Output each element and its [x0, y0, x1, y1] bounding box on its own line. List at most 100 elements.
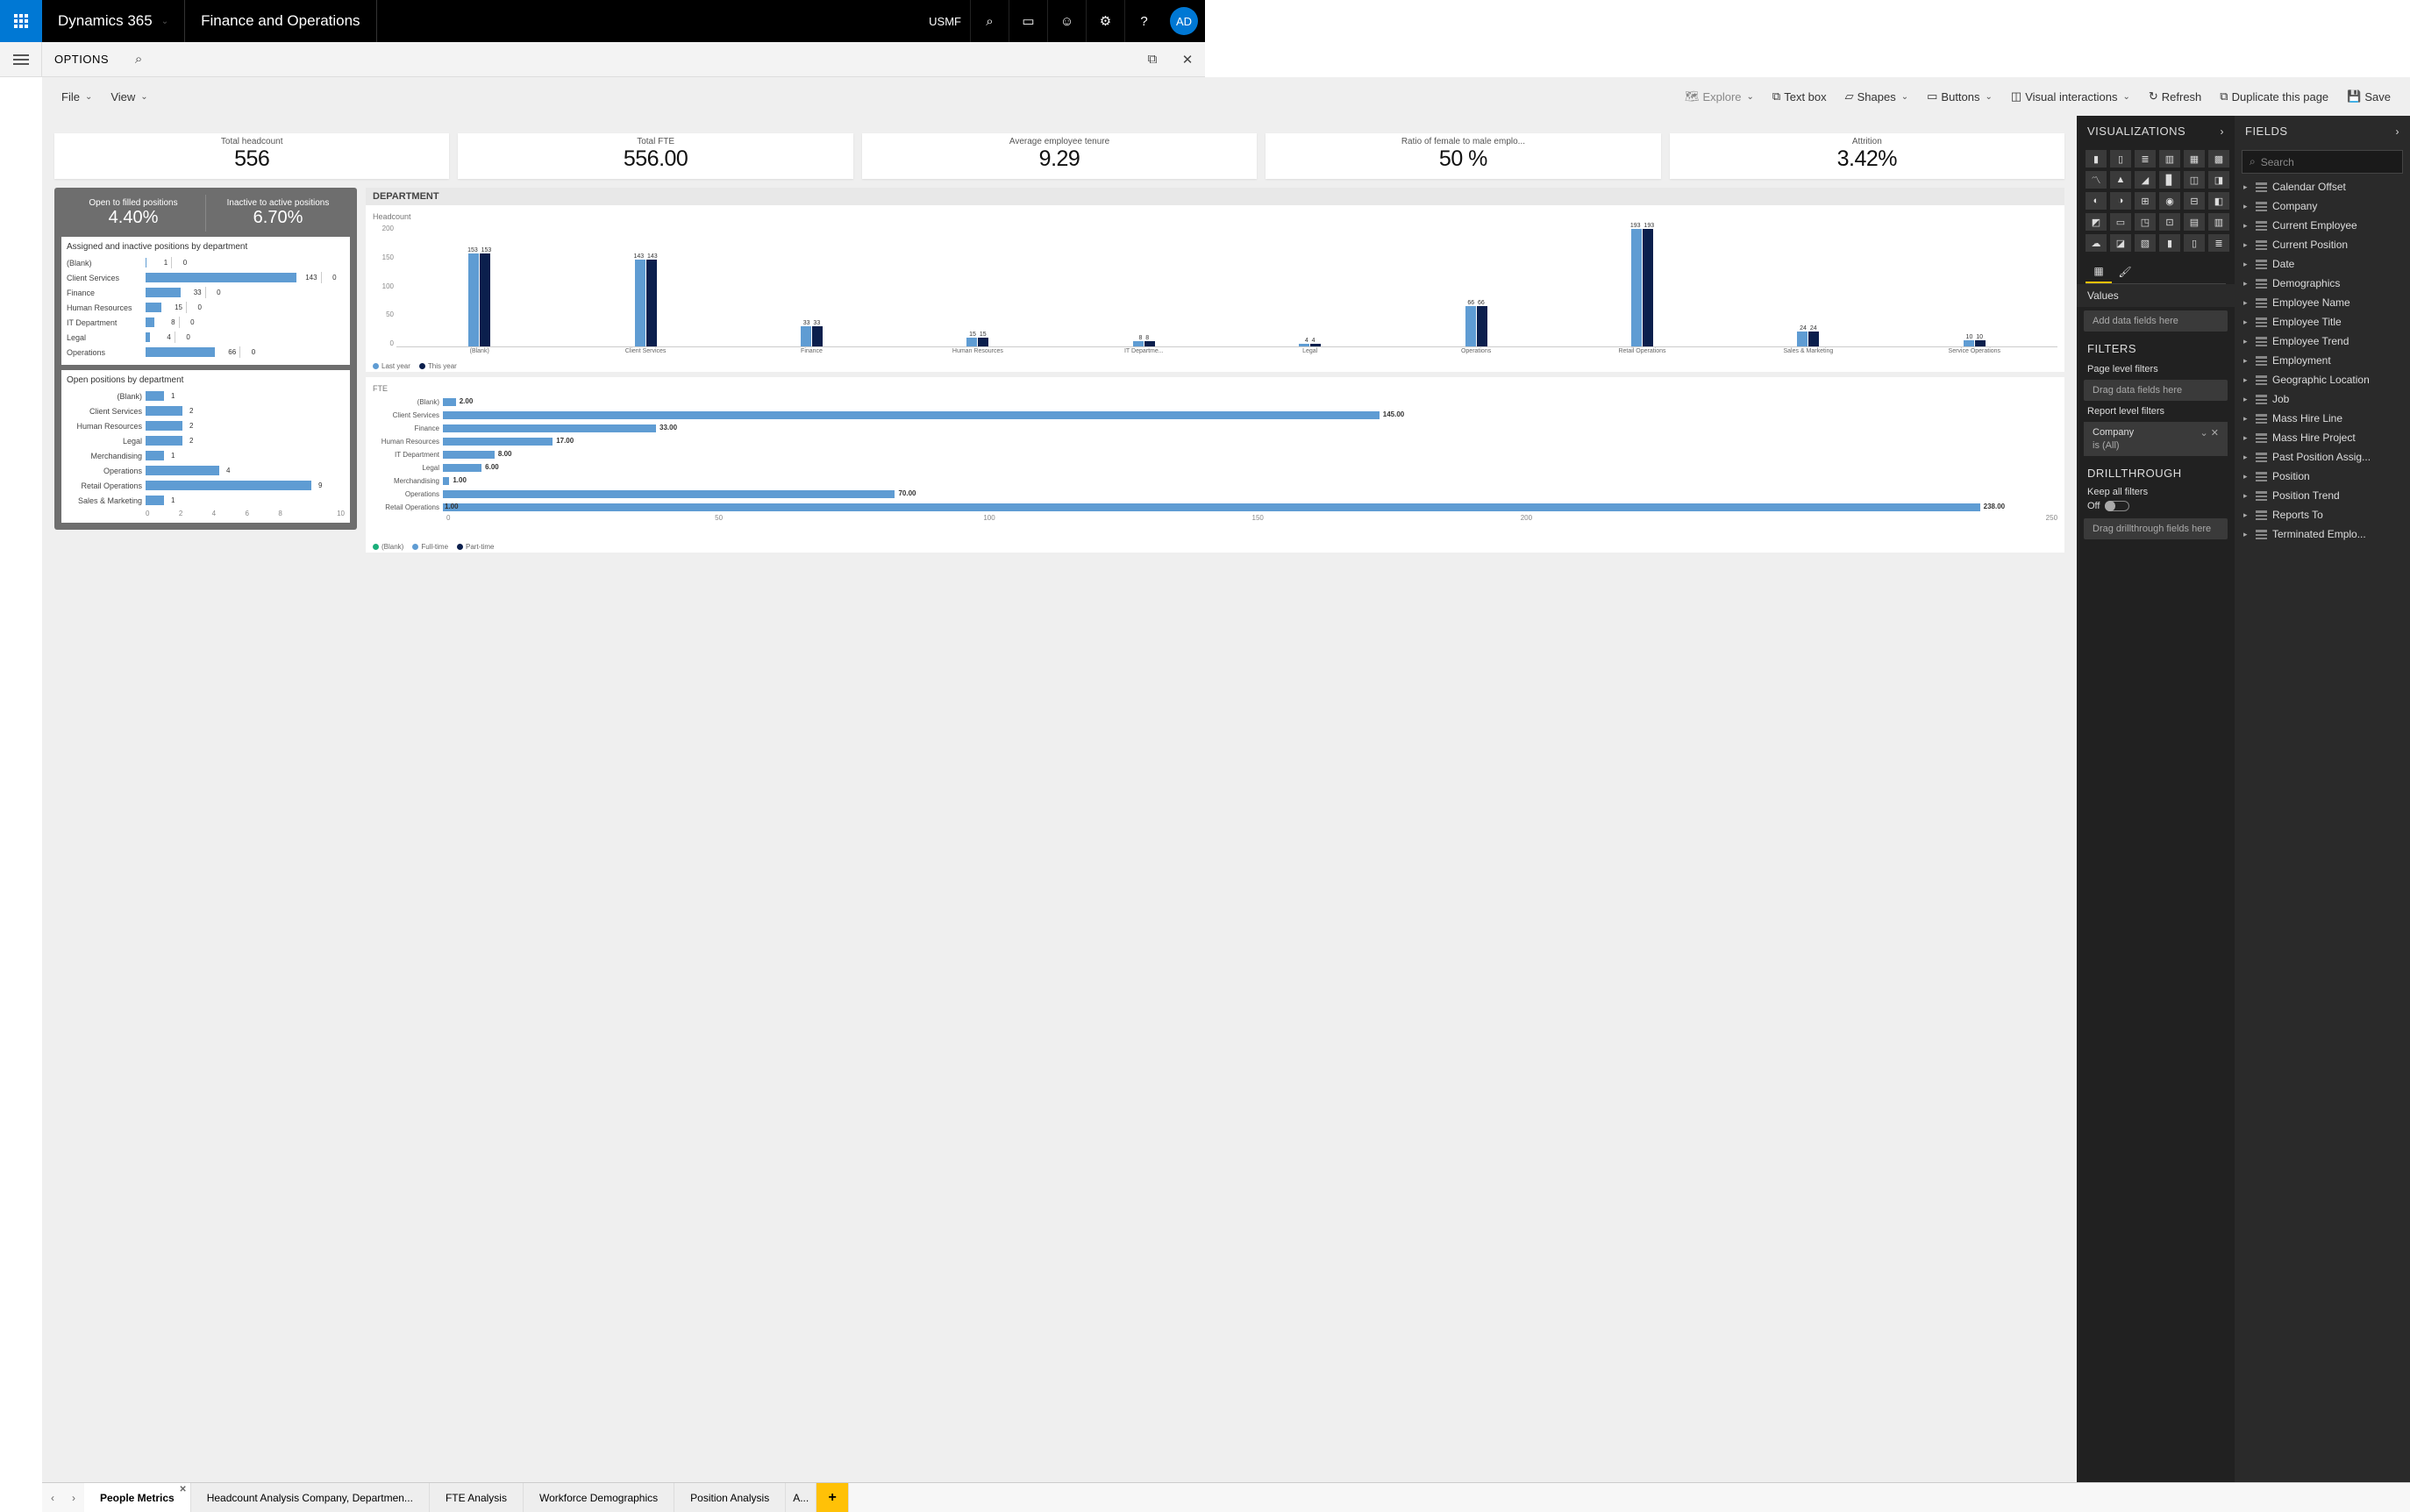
- viz-type-button[interactable]: ▊: [2159, 171, 2180, 189]
- viz-type-button[interactable]: ▥: [2208, 213, 2229, 231]
- pane-header[interactable]: FIELDS›: [2235, 116, 2410, 146]
- close-icon[interactable]: ✕: [179, 1485, 186, 1494]
- user-avatar[interactable]: AD: [1170, 7, 1198, 35]
- viz-type-button[interactable]: ◳: [2135, 213, 2156, 231]
- viz-type-button[interactable]: ▦: [2184, 150, 2205, 168]
- field-item[interactable]: ▸Demographics: [2235, 274, 2410, 293]
- viz-type-button[interactable]: ≣: [2208, 234, 2229, 252]
- viz-type-button[interactable]: ⊞: [2135, 192, 2156, 210]
- fte-chart[interactable]: FTE (Blank)2.00Client Services145.00Fina…: [366, 377, 2064, 553]
- viz-type-button[interactable]: ◩: [2086, 213, 2107, 231]
- field-item[interactable]: ▸Reports To: [2235, 505, 2410, 524]
- brand-dropdown[interactable]: Dynamics 365 ⌄: [42, 0, 185, 42]
- textbox-button[interactable]: ⧉Text box: [1765, 89, 1834, 103]
- values-well[interactable]: Add data fields here: [2084, 310, 2228, 332]
- refresh-button[interactable]: ↻Refresh: [2142, 89, 2208, 103]
- viz-type-button[interactable]: ☁: [2086, 234, 2107, 252]
- viz-type-button[interactable]: ▯: [2110, 150, 2131, 168]
- page-tab[interactable]: Position Analysis: [674, 1483, 786, 1512]
- viz-type-button[interactable]: ▭: [2110, 213, 2131, 231]
- field-item[interactable]: ▸Mass Hire Line: [2235, 409, 2410, 428]
- field-item[interactable]: ▸Mass Hire Project: [2235, 428, 2410, 447]
- close-icon[interactable]: ✕: [1170, 52, 1205, 68]
- tab-next-button[interactable]: ›: [63, 1483, 84, 1512]
- popout-icon[interactable]: ⧉: [1135, 52, 1170, 67]
- search-icon[interactable]: ⌕: [121, 52, 156, 67]
- duplicate-button[interactable]: ⧉Duplicate this page: [2213, 89, 2335, 103]
- fields-tab[interactable]: ▦: [2086, 260, 2112, 283]
- search-icon[interactable]: ⌕: [970, 0, 1009, 42]
- filter-card-company[interactable]: Company⌄ ✕ is (All): [2084, 422, 2228, 456]
- keep-filters-toggle[interactable]: Off: [2077, 497, 2235, 515]
- field-item[interactable]: ▸Current Position: [2235, 235, 2410, 254]
- kpi-card[interactable]: Attrition3.42%: [1670, 133, 2064, 179]
- feedback-icon[interactable]: ☺: [1047, 0, 1086, 42]
- page-tab[interactable]: FTE Analysis: [430, 1483, 524, 1512]
- field-item[interactable]: ▸Calendar Offset: [2235, 177, 2410, 196]
- kpi-card[interactable]: Ratio of female to male emplo...50 %: [1266, 133, 1660, 179]
- viz-type-button[interactable]: ▥: [2159, 150, 2180, 168]
- viz-type-button[interactable]: ◢: [2135, 171, 2156, 189]
- viz-type-button[interactable]: ◪: [2110, 234, 2131, 252]
- view-menu[interactable]: View⌄: [103, 90, 154, 103]
- kpi-card[interactable]: Total FTE556.00: [458, 133, 852, 179]
- viz-type-button[interactable]: ◫: [2184, 171, 2205, 189]
- viz-type-button[interactable]: ▧: [2135, 234, 2156, 252]
- fields-search-input[interactable]: ⌕Search: [2242, 150, 2403, 174]
- viz-type-button[interactable]: ⊡: [2159, 213, 2180, 231]
- field-item[interactable]: ▸Position Trend: [2235, 486, 2410, 505]
- viz-type-button[interactable]: ▮: [2086, 150, 2107, 168]
- viz-type-button[interactable]: ▩: [2208, 150, 2229, 168]
- page-filters-well[interactable]: Drag data fields here: [2084, 380, 2228, 401]
- format-tab[interactable]: 🖌: [2112, 260, 2138, 283]
- filter-controls[interactable]: ⌄ ✕: [2200, 427, 2220, 439]
- settings-icon[interactable]: ⚙: [1086, 0, 1124, 42]
- field-item[interactable]: ▸Current Employee: [2235, 216, 2410, 235]
- save-button[interactable]: 💾Save: [2340, 89, 2398, 103]
- field-item[interactable]: ▸Employee Trend: [2235, 332, 2410, 351]
- viz-type-button[interactable]: ◑: [2110, 192, 2131, 210]
- field-item[interactable]: ▸Employee Title: [2235, 312, 2410, 332]
- field-item[interactable]: ▸Job: [2235, 389, 2410, 409]
- field-item[interactable]: ▸Past Position Assig...: [2235, 447, 2410, 467]
- positions-panel[interactable]: Open to filled positions4.40% Inactive t…: [54, 188, 357, 530]
- app-launcher-button[interactable]: [0, 0, 42, 42]
- viz-type-button[interactable]: 〽: [2086, 171, 2107, 189]
- field-item[interactable]: ▸Terminated Emplo...: [2235, 524, 2410, 544]
- messages-icon[interactable]: ▭: [1009, 0, 1047, 42]
- options-button[interactable]: OPTIONS: [42, 53, 121, 66]
- nav-hamburger-button[interactable]: [0, 42, 42, 77]
- viz-type-button[interactable]: ⊟: [2184, 192, 2205, 210]
- company-code[interactable]: USMF: [920, 15, 970, 28]
- kpi-card[interactable]: Average employee tenure9.29: [862, 133, 1257, 179]
- field-item[interactable]: ▸Position: [2235, 467, 2410, 486]
- drillthrough-well[interactable]: Drag drillthrough fields here: [2084, 518, 2228, 539]
- page-tab-overflow[interactable]: A...: [786, 1483, 816, 1512]
- open-positions-chart[interactable]: Open positions by department (Blank)1Cli…: [61, 370, 350, 523]
- viz-type-button[interactable]: ◉: [2159, 192, 2180, 210]
- shapes-button[interactable]: ▱Shapes⌄: [1838, 89, 1915, 103]
- visual-interactions-button[interactable]: ◫Visual interactions⌄: [2004, 89, 2137, 103]
- field-item[interactable]: ▸Date: [2235, 254, 2410, 274]
- viz-type-button[interactable]: ◐: [2086, 192, 2107, 210]
- viz-type-button[interactable]: ▲: [2110, 171, 2131, 189]
- viz-type-button[interactable]: ◨: [2208, 171, 2229, 189]
- add-page-button[interactable]: +: [816, 1483, 849, 1512]
- assigned-inactive-chart[interactable]: Assigned and inactive positions by depar…: [61, 237, 350, 365]
- viz-type-button[interactable]: ▯: [2184, 234, 2205, 252]
- headcount-chart[interactable]: Headcount 200150100500 153 153(Blank)143…: [366, 205, 2064, 372]
- field-item[interactable]: ▸Employee Name: [2235, 293, 2410, 312]
- page-tab[interactable]: People Metrics✕: [84, 1483, 191, 1512]
- buttons-button[interactable]: ▭Buttons⌄: [1920, 89, 2000, 103]
- pane-header[interactable]: VISUALIZATIONS›: [2077, 116, 2235, 146]
- kpi-card[interactable]: Total headcount556: [54, 133, 449, 179]
- viz-type-button[interactable]: ≣: [2135, 150, 2156, 168]
- page-tab[interactable]: Workforce Demographics: [524, 1483, 674, 1512]
- field-item[interactable]: ▸Employment: [2235, 351, 2410, 370]
- field-item[interactable]: ▸Geographic Location: [2235, 370, 2410, 389]
- field-item[interactable]: ▸Company: [2235, 196, 2410, 216]
- help-icon[interactable]: ?: [1124, 0, 1163, 42]
- page-tab[interactable]: Headcount Analysis Company, Departmen...: [191, 1483, 430, 1512]
- explore-button[interactable]: 🗺Explore⌄: [1678, 89, 1761, 103]
- viz-type-button[interactable]: ◧: [2208, 192, 2229, 210]
